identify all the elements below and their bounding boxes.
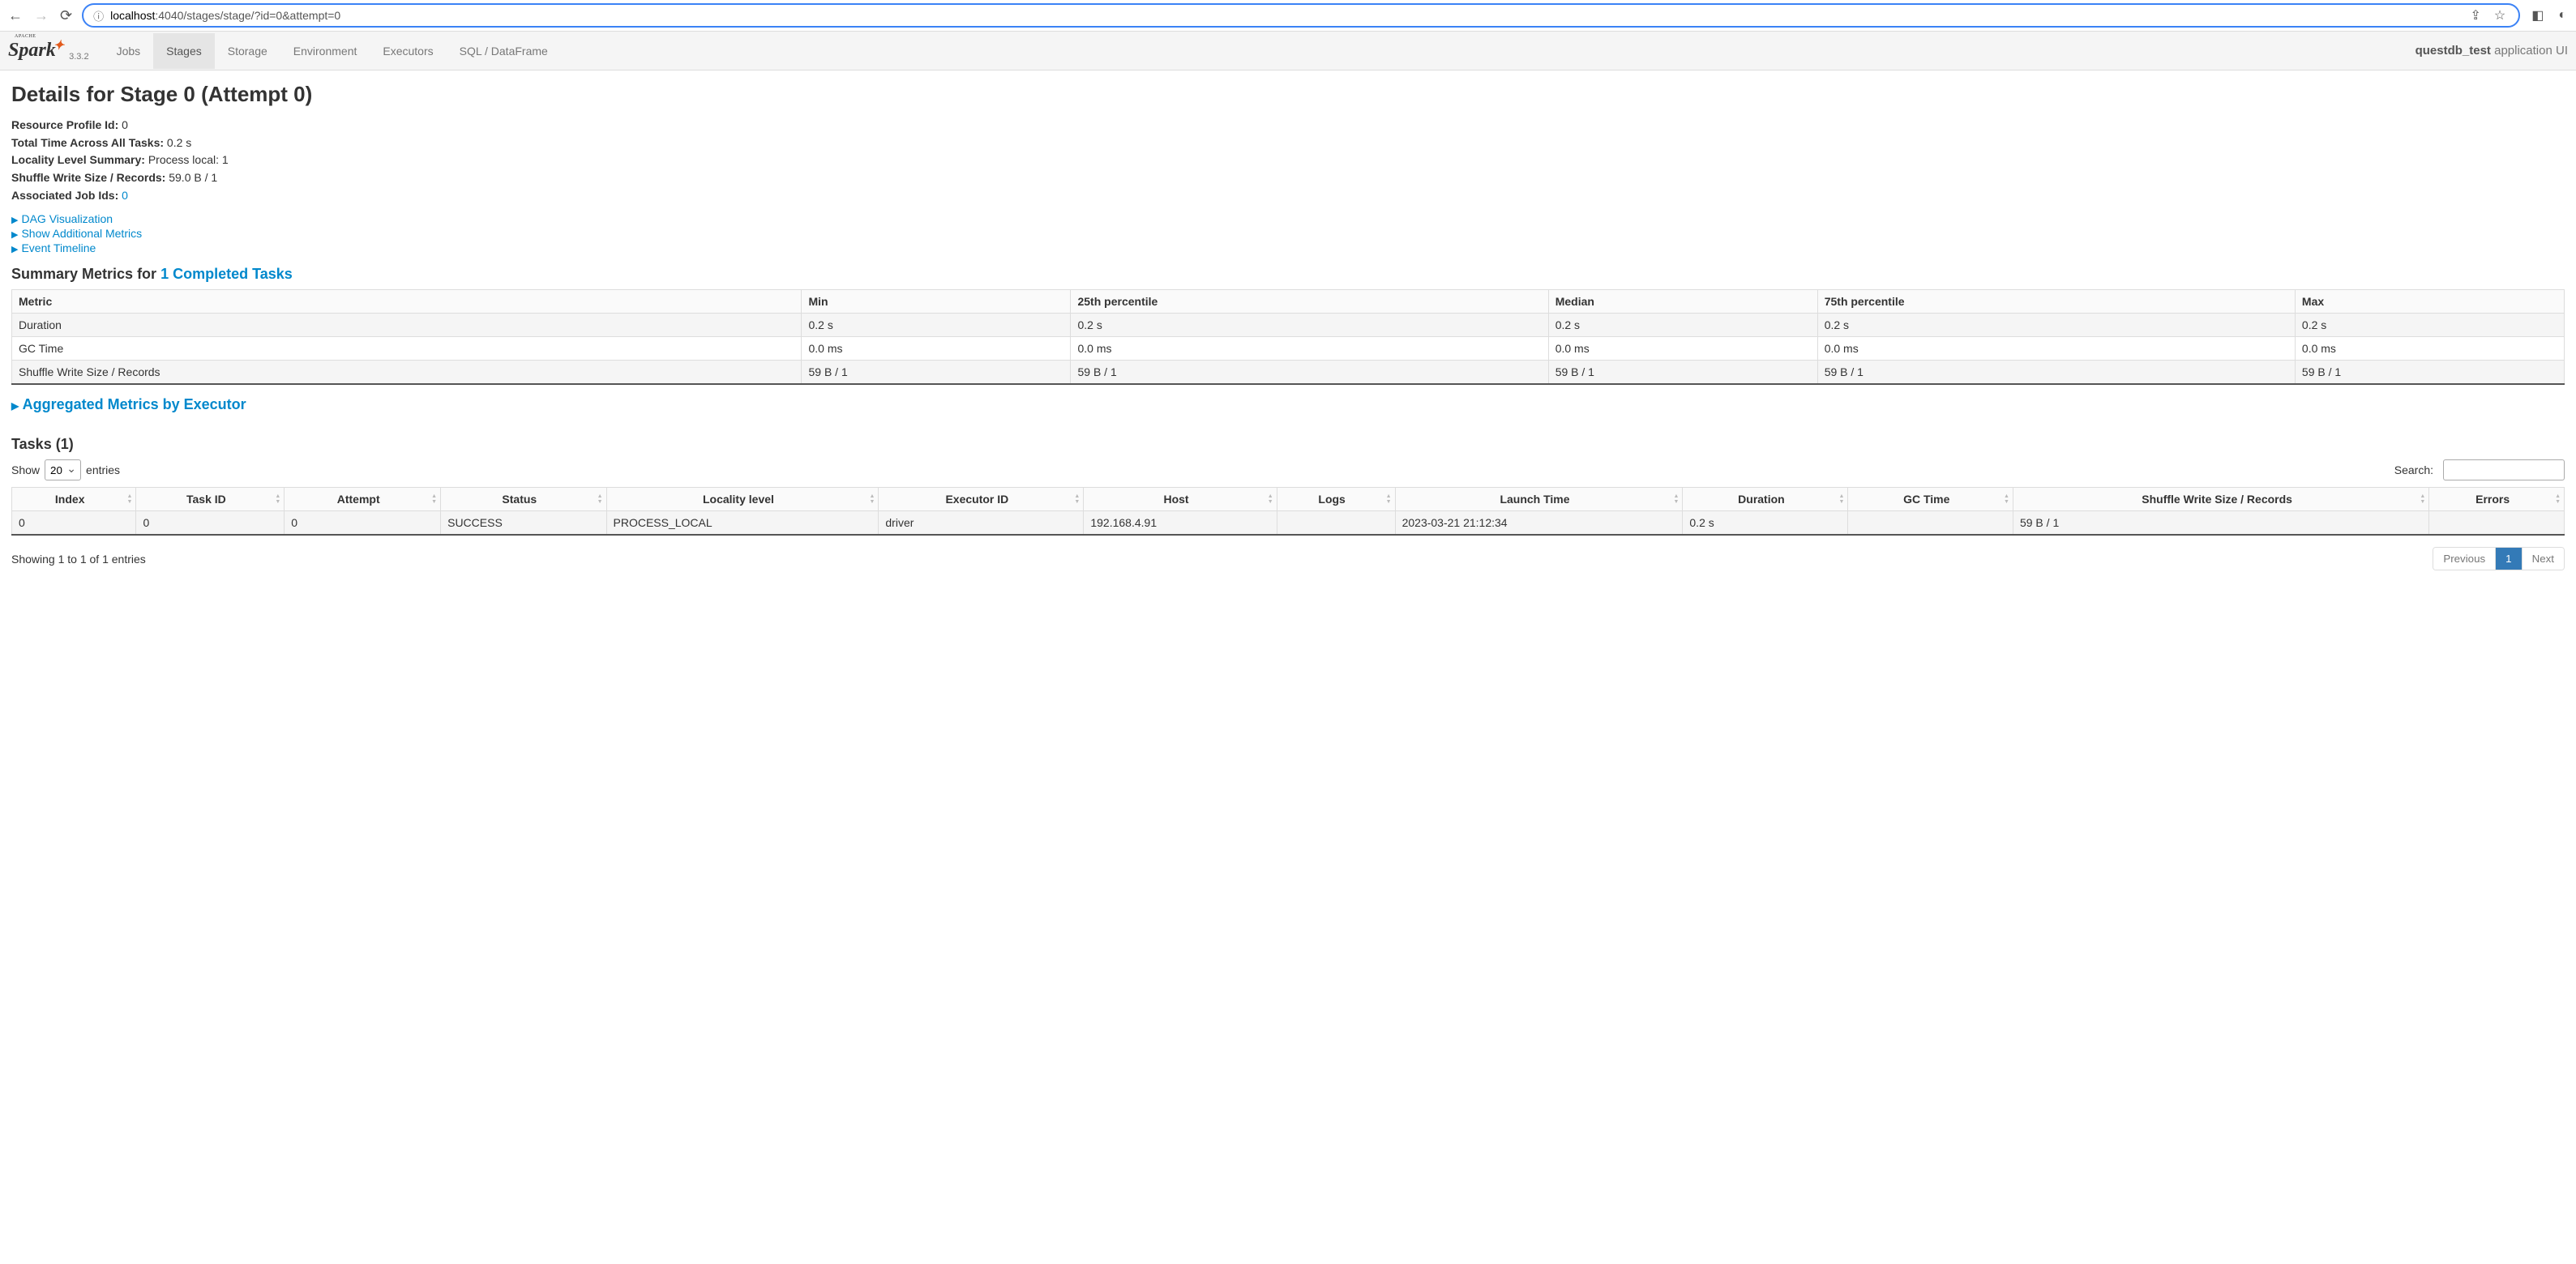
event-timeline-toggle[interactable]: ▶Event Timeline [11,241,2565,254]
back-button[interactable]: ← [6,6,24,26]
search-input[interactable] [2443,459,2565,480]
completed-tasks-link[interactable]: 1 Completed Tasks [160,266,293,282]
col-header[interactable]: Executor ID▲▼ [879,488,1084,511]
nav-tab-executors[interactable]: Executors [370,33,446,69]
pagination: Previous 1 Next [2433,547,2565,570]
url-bar[interactable]: ⓘ localhost:4040/stages/stage/?id=0&atte… [82,3,2520,28]
sort-icon: ▲▼ [1386,493,1392,505]
col-header[interactable]: Attempt▲▼ [285,488,441,511]
col-header[interactable]: Errors▲▼ [2429,488,2565,511]
table-row: Shuffle Write Size / Records59 B / 159 B… [12,361,2565,385]
table-row: Duration0.2 s0.2 s0.2 s0.2 s0.2 s [12,314,2565,337]
col-header[interactable]: GC Time▲▼ [1848,488,2013,511]
sort-icon: ▲▼ [2555,493,2561,505]
table-row: 000SUCCESSPROCESS_LOCALdriver192.168.4.9… [12,511,2565,536]
tasks-table: Index▲▼Task ID▲▼Attempt▲▼Status▲▼Localit… [11,487,2565,536]
nav-tab-environment[interactable]: Environment [280,33,370,69]
stage-facts: Resource Profile Id: 0 Total Time Across… [11,117,2565,204]
nav-tab-jobs[interactable]: Jobs [104,33,154,69]
spark-version: 3.3.2 [69,52,88,62]
col-header: 75th percentile [1817,290,2295,314]
search-label: Search: [2394,463,2433,476]
info-icon: ⓘ [93,8,104,23]
url-text: localhost:4040/stages/stage/?id=0&attemp… [110,9,2460,22]
tasks-controls: Show 20 entries Search: [11,459,2565,480]
col-header[interactable]: Index▲▼ [12,488,136,511]
page-1-button[interactable]: 1 [2495,548,2521,570]
summary-heading: Summary Metrics for 1 Completed Tasks [11,266,2565,283]
page-size-select[interactable]: 20 [45,459,81,480]
col-header: Max [2295,290,2564,314]
col-header[interactable]: Host▲▼ [1084,488,1277,511]
col-header: 25th percentile [1071,290,1548,314]
sort-icon: ▲▼ [127,493,133,505]
sort-icon: ▲▼ [1673,493,1679,505]
entries-label: entries [86,463,120,476]
panel-icon[interactable]: ◧ [2528,7,2547,23]
sort-icon: ▲▼ [275,493,280,505]
col-header[interactable]: Locality level▲▼ [606,488,879,511]
additional-metrics-toggle[interactable]: ▶Show Additional Metrics [11,227,2565,240]
summary-metrics-table: MetricMin25th percentileMedian75th perce… [11,289,2565,385]
sort-icon: ▲▼ [597,493,603,505]
aggregated-by-executor-toggle[interactable]: ▶ Aggregated Metrics by Executor [11,396,2565,413]
share-icon[interactable]: ⇪ [2467,7,2484,23]
sort-icon: ▲▼ [2420,493,2425,505]
extension-icon[interactable]: ◐ [2555,8,2570,23]
table-info: Showing 1 to 1 of 1 entries [11,553,146,566]
app-label: questdb_test application UI [2416,44,2568,58]
nav-tabs: JobsStagesStorageEnvironmentExecutorsSQL… [104,33,561,69]
nav-tab-storage[interactable]: Storage [215,33,280,69]
forward-button[interactable]: → [32,6,50,26]
page-title: Details for Stage 0 (Attempt 0) [11,82,2565,107]
prev-button[interactable]: Previous [2433,548,2495,570]
next-button[interactable]: Next [2522,548,2564,570]
tasks-heading: Tasks (1) [11,436,2565,453]
col-header[interactable]: Status▲▼ [441,488,606,511]
sort-icon: ▲▼ [431,493,437,505]
sort-icon: ▲▼ [1839,493,1845,505]
browser-chrome: ← → ⟳ ⓘ localhost:4040/stages/stage/?id=… [0,0,2576,32]
show-label: Show [11,463,40,476]
star-icon[interactable]: ☆ [2491,7,2509,23]
col-header: Metric [12,290,802,314]
job-id-link[interactable]: 0 [122,189,128,202]
nav-tab-sql-dataframe[interactable]: SQL / DataFrame [447,33,561,69]
table-row: GC Time0.0 ms0.0 ms0.0 ms0.0 ms0.0 ms [12,337,2565,361]
col-header[interactable]: Launch Time▲▼ [1395,488,1683,511]
sort-icon: ▲▼ [2004,493,2009,505]
reload-button[interactable]: ⟳ [58,6,74,26]
col-header[interactable]: Duration▲▼ [1683,488,1848,511]
col-header: Min [802,290,1071,314]
top-nav: Spark✦ 3.3.2 JobsStagesStorageEnvironmen… [0,32,2576,70]
col-header[interactable]: Task ID▲▼ [136,488,285,511]
sort-icon: ▲▼ [869,493,875,505]
dag-visualization-toggle[interactable]: ▶DAG Visualization [11,212,2565,225]
col-header[interactable]: Shuffle Write Size / Records▲▼ [2013,488,2428,511]
col-header[interactable]: Logs▲▼ [1277,488,1395,511]
sort-icon: ▲▼ [1268,493,1273,505]
spark-logo[interactable]: Spark✦ 3.3.2 [8,40,89,62]
col-header: Median [1548,290,1817,314]
nav-tab-stages[interactable]: Stages [153,33,215,69]
sort-icon: ▲▼ [1074,493,1080,505]
